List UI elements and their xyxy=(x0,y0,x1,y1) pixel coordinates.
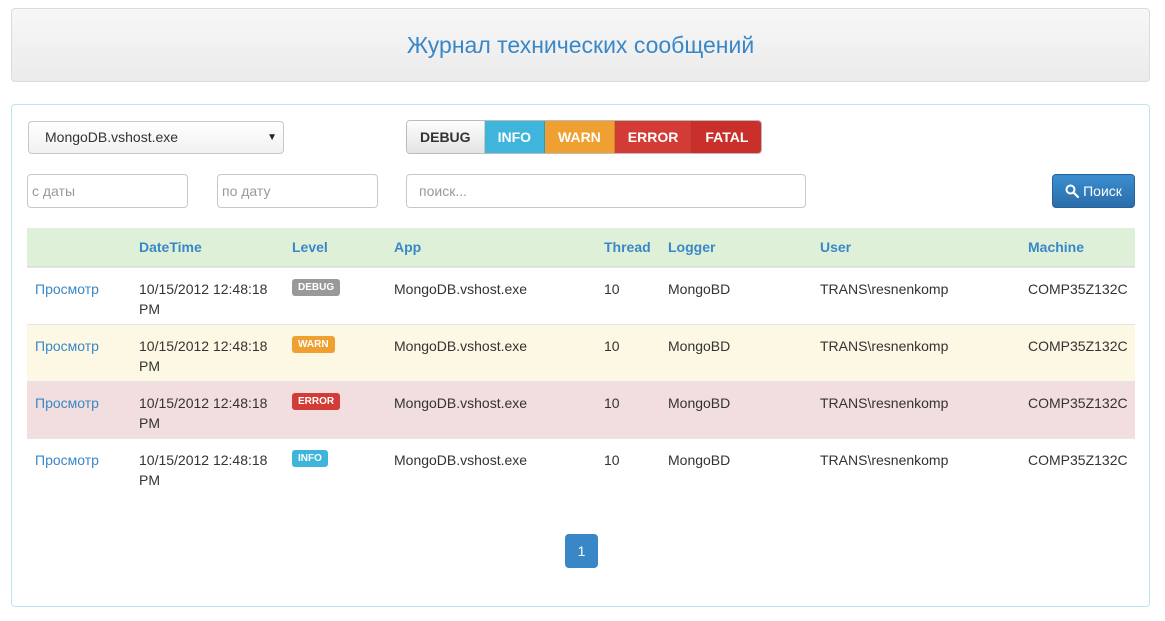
row-logger: MongoBD xyxy=(668,281,731,297)
level-error-button[interactable]: ERROR xyxy=(614,121,693,153)
page-header: Журнал технических сообщений xyxy=(11,8,1150,82)
level-badge: WARN xyxy=(292,336,335,353)
view-link[interactable]: Просмотр xyxy=(35,336,99,356)
search-input[interactable]: поиск... xyxy=(406,174,806,208)
row-thread: 10 xyxy=(604,395,620,411)
view-link[interactable]: Просмотр xyxy=(35,279,99,299)
row-app: MongoDB.vshost.exe xyxy=(394,395,528,411)
level-badge: INFO xyxy=(292,450,328,467)
log-table: DateTime Level App Thread Logger User Ma… xyxy=(27,228,1135,495)
log-panel: MongoDB.vshost.exe ▼ DEBUG INFO WARN ERR… xyxy=(11,104,1150,607)
column-header-datetime[interactable]: DateTime xyxy=(139,228,202,266)
row-machine: COMP35Z132C xyxy=(1028,452,1128,468)
level-badge: ERROR xyxy=(292,393,341,410)
level-warn-button[interactable]: WARN xyxy=(545,121,615,153)
level-info-button[interactable]: INFO xyxy=(484,121,546,153)
pagination-page-1[interactable]: 1 xyxy=(565,534,598,568)
column-header-thread[interactable]: Thread xyxy=(604,228,651,266)
column-header-user[interactable]: User xyxy=(820,228,851,266)
app-select[interactable]: MongoDB.vshost.exe ▼ xyxy=(28,121,284,154)
table-row: Просмотр 10/15/2012 12:48:18 PM INFO Mon… xyxy=(27,438,1135,495)
row-datetime: 10/15/2012 12:48:18 PM xyxy=(139,338,268,374)
level-debug-button[interactable]: DEBUG xyxy=(407,121,485,153)
app-select-value: MongoDB.vshost.exe xyxy=(45,129,179,145)
row-machine: COMP35Z132C xyxy=(1028,338,1128,354)
row-logger: MongoBD xyxy=(668,338,731,354)
chevron-down-icon: ▼ xyxy=(267,132,277,143)
row-machine: COMP35Z132C xyxy=(1028,281,1128,297)
view-link[interactable]: Просмотр xyxy=(35,450,99,470)
column-header-level[interactable]: Level xyxy=(292,228,328,266)
row-datetime: 10/15/2012 12:48:18 PM xyxy=(139,395,268,431)
row-thread: 10 xyxy=(604,452,620,468)
column-header-machine[interactable]: Machine xyxy=(1028,228,1084,266)
table-row: Просмотр 10/15/2012 12:48:18 PM ERROR Mo… xyxy=(27,381,1135,438)
row-logger: MongoBD xyxy=(668,395,731,411)
search-button-label: Поиск xyxy=(1083,183,1122,199)
row-app: MongoDB.vshost.exe xyxy=(394,338,528,354)
row-datetime: 10/15/2012 12:48:18 PM xyxy=(139,452,268,488)
date-from-input[interactable]: с даты xyxy=(27,174,188,208)
row-thread: 10 xyxy=(604,338,620,354)
level-badge: DEBUG xyxy=(292,279,341,296)
column-header-logger[interactable]: Logger xyxy=(668,228,715,266)
row-logger: MongoBD xyxy=(668,452,731,468)
search-icon xyxy=(1065,184,1080,198)
row-user: TRANS\resnenkomp xyxy=(820,281,949,297)
table-row: Просмотр 10/15/2012 12:48:18 PM WARN Mon… xyxy=(27,324,1135,381)
row-thread: 10 xyxy=(604,281,620,297)
row-app: MongoDB.vshost.exe xyxy=(394,452,528,468)
row-user: TRANS\resnenkomp xyxy=(820,395,949,411)
level-filter-group: DEBUG INFO WARN ERROR FATAL xyxy=(406,120,763,154)
table-header-row: DateTime Level App Thread Logger User Ma… xyxy=(27,228,1135,267)
row-app: MongoDB.vshost.exe xyxy=(394,281,528,297)
view-link[interactable]: Просмотр xyxy=(35,393,99,413)
row-machine: COMP35Z132C xyxy=(1028,395,1128,411)
search-button[interactable]: Поиск xyxy=(1052,174,1135,208)
page-title: Журнал технических сообщений xyxy=(406,31,755,58)
table-row: Просмотр 10/15/2012 12:48:18 PM DEBUG Mo… xyxy=(27,267,1135,324)
level-fatal-button[interactable]: FATAL xyxy=(692,121,762,153)
row-user: TRANS\resnenkomp xyxy=(820,338,949,354)
date-to-input[interactable]: по дату xyxy=(217,174,378,208)
row-datetime: 10/15/2012 12:48:18 PM xyxy=(139,281,268,317)
column-header-app[interactable]: App xyxy=(394,228,421,266)
row-user: TRANS\resnenkomp xyxy=(820,452,949,468)
